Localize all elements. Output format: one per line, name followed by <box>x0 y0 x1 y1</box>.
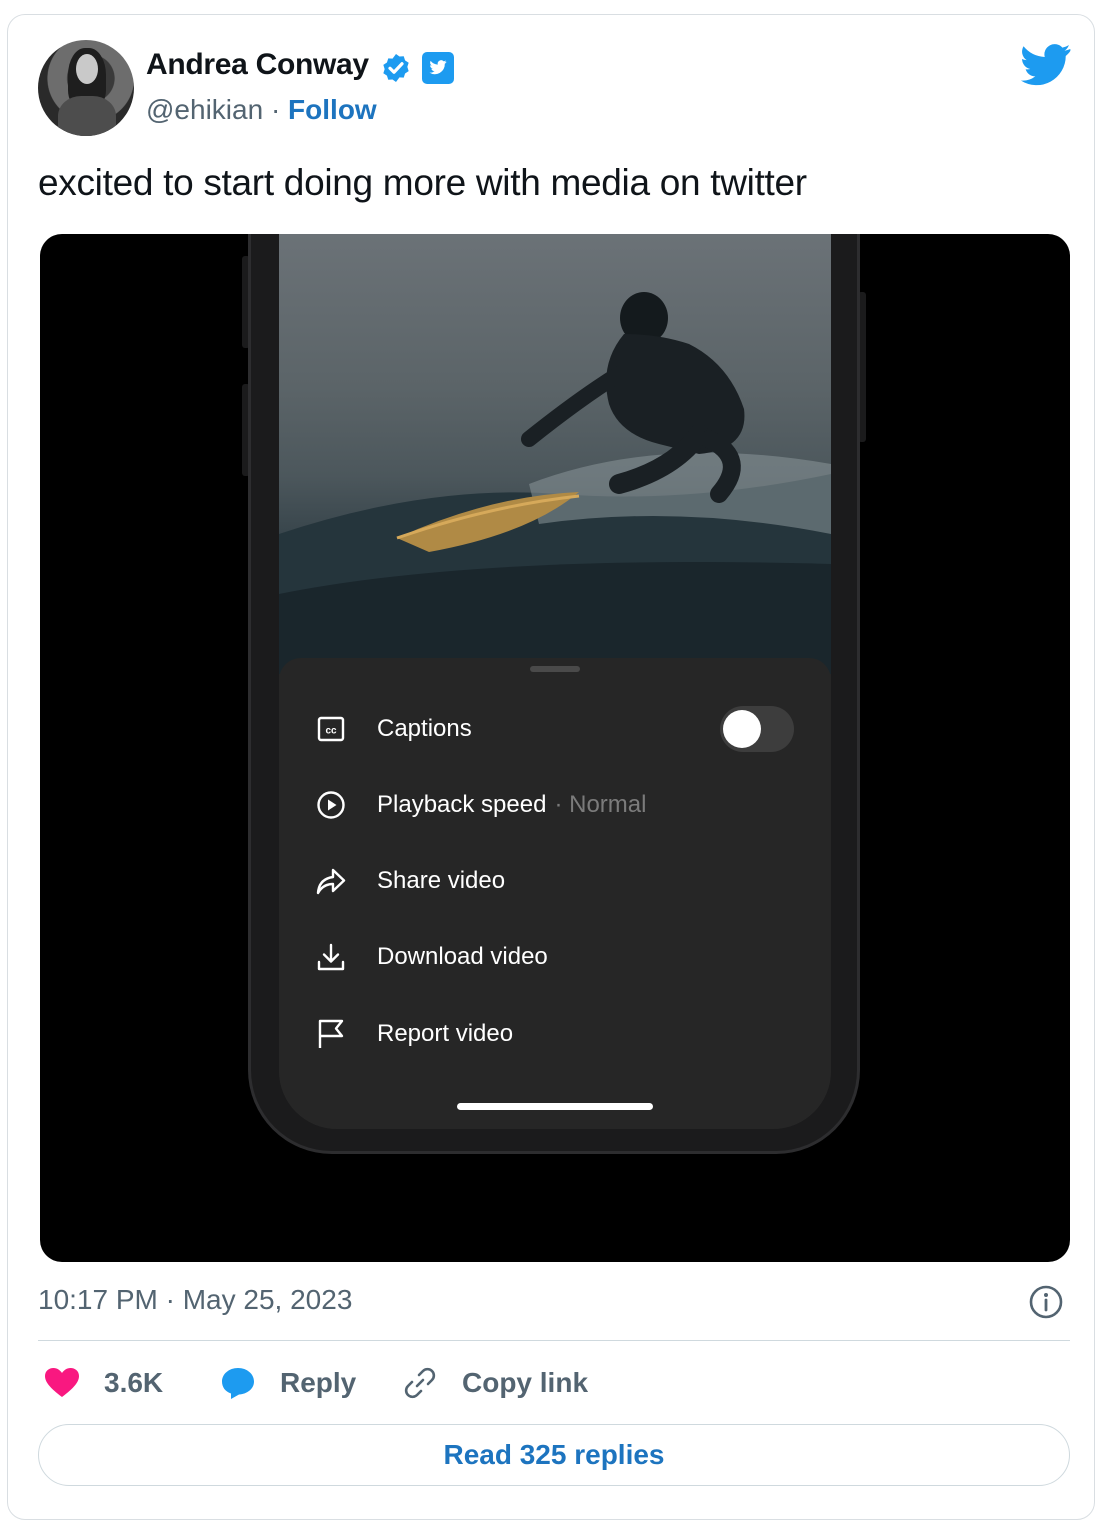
author-handle-row: @ehikian · Follow <box>146 94 377 126</box>
reply-button[interactable]: Reply <box>220 1360 356 1406</box>
toggle-knob <box>723 710 761 748</box>
menu-item-report-video[interactable]: Report video <box>315 1012 795 1056</box>
video-options-sheet: cc Captions Playback speed · Normal Shar… <box>279 658 831 1129</box>
share-icon <box>315 865 347 897</box>
copy-link-label: Copy link <box>462 1367 589 1398</box>
author-name[interactable]: Andrea Conway <box>146 48 369 82</box>
sheet-grabber[interactable] <box>530 666 580 672</box>
link-icon <box>404 1367 436 1399</box>
verified-badge-icon <box>383 54 409 82</box>
heart-icon <box>45 1368 79 1397</box>
tweet-timestamp[interactable]: 10:17 PM · May 25, 2023 <box>38 1284 352 1316</box>
divider <box>38 1340 1070 1341</box>
home-indicator <box>457 1103 653 1110</box>
flag-icon <box>315 1018 347 1050</box>
follow-button[interactable]: Follow <box>288 94 377 125</box>
avatar-face <box>76 54 98 84</box>
author-handle[interactable]: @ehikian <box>146 94 263 125</box>
phone-screen: cc Captions Playback speed · Normal Shar… <box>279 234 831 1129</box>
surfer-image <box>279 292 831 674</box>
surfer-video-frame <box>279 234 831 674</box>
playback-speed-value: · Normal <box>554 791 647 818</box>
menu-item-share-video[interactable]: Share video <box>315 859 795 903</box>
cc-icon: cc <box>315 713 347 745</box>
info-icon[interactable] <box>1028 1284 1064 1320</box>
menu-item-label: Playback speed <box>377 791 547 818</box>
affiliation-badge-icon <box>422 52 454 84</box>
captions-toggle[interactable] <box>720 706 794 752</box>
read-replies-button[interactable]: Read 325 replies <box>38 1424 1070 1486</box>
menu-item-label: Download video <box>377 943 548 970</box>
tweet-media[interactable]: cc Captions Playback speed · Normal Shar… <box>40 234 1070 1262</box>
menu-item-label: Captions <box>377 715 472 742</box>
like-button[interactable]: 3.6K <box>44 1360 163 1406</box>
play-circle-icon <box>315 789 347 821</box>
tweet-text: excited to start doing more with media o… <box>38 162 807 203</box>
handle-separator: · <box>270 94 281 125</box>
menu-item-label: Share video <box>377 867 506 894</box>
download-icon <box>315 941 347 973</box>
avatar-body <box>58 96 116 136</box>
copy-link-button[interactable]: Copy link <box>402 1360 588 1406</box>
menu-item-playback-speed[interactable]: Playback speed · Normal <box>315 783 795 827</box>
like-count: 3.6K <box>104 1367 164 1398</box>
avatar[interactable] <box>38 40 134 136</box>
svg-text:cc: cc <box>325 726 337 737</box>
menu-item-download-video[interactable]: Download video <box>315 935 795 979</box>
twitter-bird-icon[interactable] <box>1020 44 1072 86</box>
reply-bubble-icon <box>222 1368 254 1399</box>
reply-label: Reply <box>280 1367 357 1398</box>
menu-item-label: Report video <box>377 1020 514 1047</box>
